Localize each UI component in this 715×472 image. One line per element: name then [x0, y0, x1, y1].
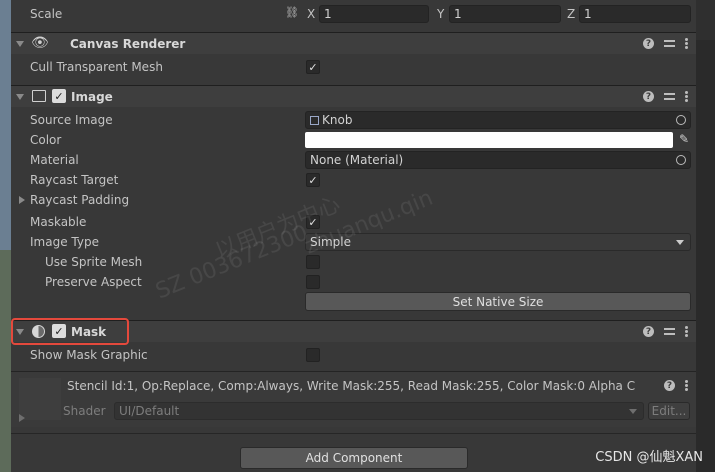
raycast-target-row: Raycast Target ✓ — [11, 170, 696, 190]
fold-arrow-icon[interactable] — [16, 93, 24, 100]
scene-view-strip — [0, 0, 11, 472]
source-image-value: Knob — [322, 113, 353, 127]
raycast-target-checkbox[interactable]: ✓ — [306, 173, 320, 187]
scale-y-label: Y — [437, 7, 445, 21]
raycast-target-label: Raycast Target — [30, 173, 119, 187]
help-icon[interactable]: ? — [643, 91, 654, 102]
image-header[interactable]: ✓ Image ? — [11, 85, 696, 107]
scale-row: Scale ⛓ X 1 Y 1 Z 1 — [11, 4, 696, 24]
show-mask-graphic-row: Show Mask Graphic — [11, 345, 696, 365]
material-preview-thumbnail — [19, 378, 61, 420]
source-image-field[interactable]: Knob — [305, 111, 691, 129]
more-options-icon[interactable] — [685, 38, 688, 49]
preserve-aspect-label: Preserve Aspect — [45, 275, 142, 289]
set-native-size-button[interactable]: Set Native Size — [305, 292, 691, 311]
use-sprite-mesh-row: Use Sprite Mesh — [11, 252, 696, 272]
maskable-label: Maskable — [30, 215, 87, 229]
scale-x-field[interactable]: 1 — [319, 5, 429, 23]
color-row: Color ✎ — [11, 130, 696, 150]
shader-value: UI/Default — [119, 404, 180, 418]
presets-icon[interactable] — [664, 38, 675, 49]
cull-transparent-row: Cull Transparent Mesh ✓ — [11, 57, 696, 77]
constrain-proportions-icon[interactable]: ⛓ — [285, 6, 299, 20]
presets-icon[interactable] — [664, 91, 675, 102]
use-sprite-mesh-checkbox[interactable] — [306, 255, 320, 269]
preserve-aspect-checkbox[interactable] — [306, 275, 320, 289]
scale-z-field[interactable]: 1 — [579, 5, 691, 23]
raycast-padding-label: Raycast Padding — [30, 193, 130, 207]
material-field[interactable]: None (Material) — [305, 151, 691, 169]
image-enabled-checkbox[interactable]: ✓ — [52, 89, 66, 103]
image-type-dropdown[interactable]: Simple — [305, 233, 691, 251]
scale-y-field[interactable]: 1 — [449, 5, 561, 23]
show-mask-graphic-label: Show Mask Graphic — [30, 348, 148, 362]
fold-arrow-icon[interactable] — [16, 40, 24, 47]
object-picker-icon[interactable] — [676, 115, 686, 125]
help-icon[interactable]: ? — [664, 380, 675, 391]
image-type-label: Image Type — [30, 235, 99, 249]
canvas-renderer-title: Canvas Renderer — [70, 36, 186, 51]
material-preview-panel: Stencil Id:1, Op:Replace, Comp:Always, W… — [11, 371, 696, 427]
shader-dropdown[interactable]: UI/Default — [114, 402, 644, 420]
help-icon[interactable]: ? — [643, 326, 654, 337]
material-value: None (Material) — [310, 153, 404, 167]
mask-highlight-annotation — [11, 318, 129, 345]
scale-x-label: X — [307, 7, 316, 21]
use-sprite-mesh-label: Use Sprite Mesh — [45, 255, 143, 269]
chevron-down-icon — [676, 240, 684, 245]
image-type-value: Simple — [310, 235, 351, 249]
cull-transparent-checkbox[interactable]: ✓ — [306, 60, 320, 74]
cull-transparent-label: Cull Transparent Mesh — [30, 60, 163, 74]
canvas-renderer-header[interactable]: 👁 Canvas Renderer ? — [11, 32, 696, 54]
expand-arrow-icon[interactable] — [19, 414, 25, 422]
more-options-icon[interactable] — [685, 326, 688, 337]
expand-arrow-icon[interactable] — [19, 196, 25, 204]
eye-icon: 👁 — [31, 35, 49, 51]
image-component-icon — [32, 90, 46, 102]
chevron-down-icon — [629, 409, 637, 414]
eyedropper-icon[interactable]: ✎ — [679, 132, 689, 146]
image-type-row: Image Type Simple — [11, 232, 696, 252]
material-label: Material — [30, 153, 79, 167]
shader-label: Shader — [63, 404, 106, 418]
csdn-credit: CSDN @仙魁XAN — [595, 450, 703, 465]
more-options-icon[interactable] — [685, 380, 688, 391]
material-row: Material None (Material) — [11, 150, 696, 170]
inspector-panel: Scale ⛓ X 1 Y 1 Z 1 👁 Canvas Renderer ? … — [11, 0, 696, 472]
more-options-icon[interactable] — [685, 91, 688, 102]
separator — [11, 433, 696, 434]
maskable-checkbox[interactable]: ✓ — [306, 215, 320, 229]
presets-icon[interactable] — [664, 326, 675, 337]
add-component-button[interactable]: Add Component — [240, 447, 468, 469]
object-picker-icon[interactable] — [676, 155, 686, 165]
scale-label: Scale — [30, 7, 63, 21]
scrollbar-area[interactable] — [696, 0, 715, 472]
maskable-row: Maskable ✓ — [11, 212, 696, 232]
shader-edit-button[interactable]: Edit... — [648, 402, 690, 420]
color-swatch[interactable] — [305, 132, 673, 148]
sprite-icon — [310, 115, 319, 125]
show-mask-graphic-checkbox[interactable] — [306, 348, 320, 362]
source-image-row: Source Image Knob — [11, 110, 696, 130]
stencil-info: Stencil Id:1, Op:Replace, Comp:Always, W… — [67, 379, 636, 393]
preserve-aspect-row: Preserve Aspect — [11, 272, 696, 292]
image-title: Image — [71, 89, 113, 104]
raycast-padding-row[interactable]: Raycast Padding — [11, 190, 696, 210]
source-image-label: Source Image — [30, 113, 113, 127]
help-icon[interactable]: ? — [643, 38, 654, 49]
color-label: Color — [30, 133, 62, 147]
scale-z-label: Z — [567, 7, 576, 21]
